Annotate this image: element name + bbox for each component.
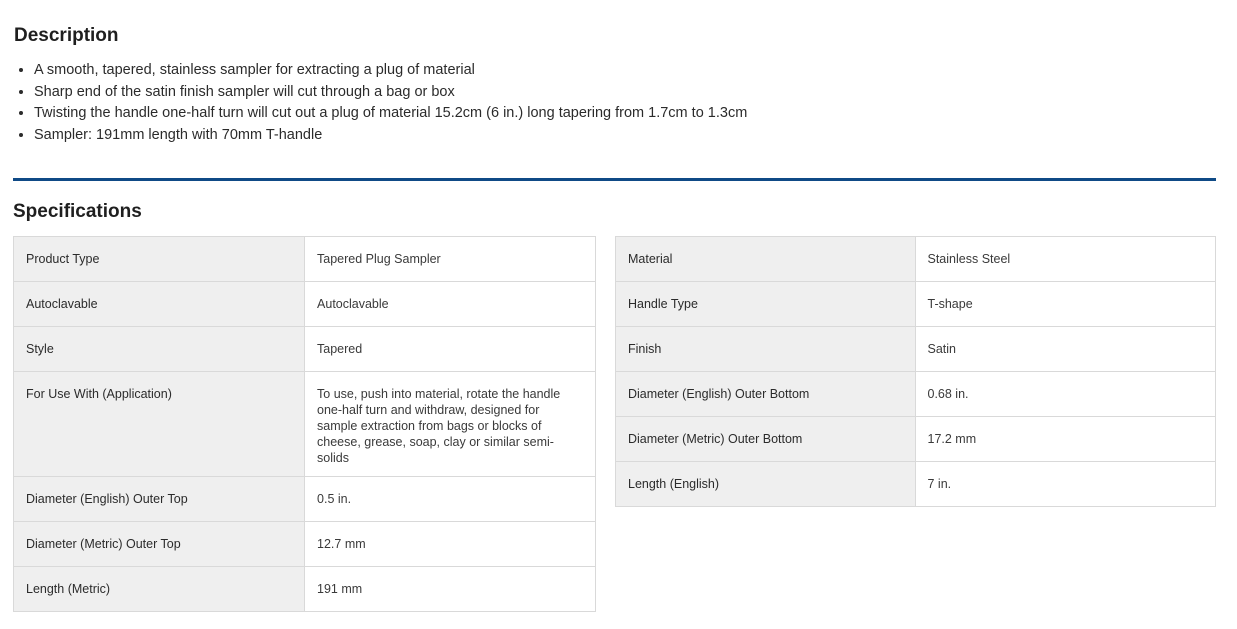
spec-row: Handle Type T-shape bbox=[615, 281, 1216, 327]
spec-row: Style Tapered bbox=[12, 326, 596, 372]
spec-row: For Use With (Application) To use, push … bbox=[12, 371, 596, 477]
spec-value: 0.5 in. bbox=[304, 476, 596, 522]
spec-value: Autoclavable bbox=[304, 281, 596, 327]
spec-row: Diameter (English) Outer Bottom 0.68 in. bbox=[615, 371, 1216, 417]
spec-row: Product Type Tapered Plug Sampler bbox=[12, 236, 596, 282]
spec-label: Diameter (English) Outer Bottom bbox=[615, 371, 916, 417]
description-heading: Description bbox=[14, 25, 119, 46]
section-divider bbox=[13, 178, 1216, 181]
description-list: A smooth, tapered, stainless sampler for… bbox=[14, 60, 747, 146]
spec-value: 17.2 mm bbox=[914, 416, 1216, 462]
spec-row: Material Stainless Steel bbox=[615, 236, 1216, 282]
specifications-table-right: Material Stainless Steel Handle Type T-s… bbox=[615, 236, 1216, 507]
spec-row: Diameter (Metric) Outer Bottom 17.2 mm bbox=[615, 416, 1216, 462]
spec-row: Length (Metric) 191 mm bbox=[12, 566, 596, 612]
spec-label: Autoclavable bbox=[12, 281, 306, 327]
spec-value: Stainless Steel bbox=[914, 236, 1216, 282]
spec-label: For Use With (Application) bbox=[12, 371, 306, 477]
spec-label: Length (English) bbox=[615, 461, 916, 507]
spec-label: Material bbox=[615, 236, 916, 282]
spec-value: Tapered bbox=[304, 326, 596, 372]
spec-value: To use, push into material, rotate the h… bbox=[317, 387, 561, 465]
description-bullet: Sampler: 191mm length with 70mm T-handle bbox=[34, 125, 747, 147]
spec-label: Length (Metric) bbox=[12, 566, 306, 612]
spec-label: Finish bbox=[615, 326, 916, 372]
spec-value: T-shape bbox=[914, 281, 1216, 327]
spec-label: Diameter (English) Outer Top bbox=[12, 476, 306, 522]
spec-label: Handle Type bbox=[615, 281, 916, 327]
spec-label: Diameter (Metric) Outer Top bbox=[12, 521, 306, 567]
spec-row: Finish Satin bbox=[615, 326, 1216, 372]
spec-label: Product Type bbox=[12, 236, 306, 282]
specifications-table-left: Product Type Tapered Plug Sampler Autocl… bbox=[12, 236, 596, 612]
spec-value: Tapered Plug Sampler bbox=[304, 236, 596, 282]
specifications-heading: Specifications bbox=[13, 201, 142, 222]
spec-row: Diameter (English) Outer Top 0.5 in. bbox=[12, 476, 596, 522]
description-bullet: Sharp end of the satin finish sampler wi… bbox=[34, 82, 747, 104]
spec-label: Style bbox=[12, 326, 306, 372]
spec-value: 191 mm bbox=[304, 566, 596, 612]
spec-row: Diameter (Metric) Outer Top 12.7 mm bbox=[12, 521, 596, 567]
spec-row: Autoclavable Autoclavable bbox=[12, 281, 596, 327]
spec-value: 7 in. bbox=[914, 461, 1216, 507]
spec-value-cell: To use, push into material, rotate the h… bbox=[304, 371, 596, 477]
spec-value: 12.7 mm bbox=[304, 521, 596, 567]
spec-row: Length (English) 7 in. bbox=[615, 461, 1216, 507]
spec-value: 0.68 in. bbox=[914, 371, 1216, 417]
description-bullet: A smooth, tapered, stainless sampler for… bbox=[34, 60, 747, 82]
spec-value: Satin bbox=[914, 326, 1216, 372]
spec-label: Diameter (Metric) Outer Bottom bbox=[615, 416, 916, 462]
description-bullet: Twisting the handle one-half turn will c… bbox=[34, 103, 747, 125]
